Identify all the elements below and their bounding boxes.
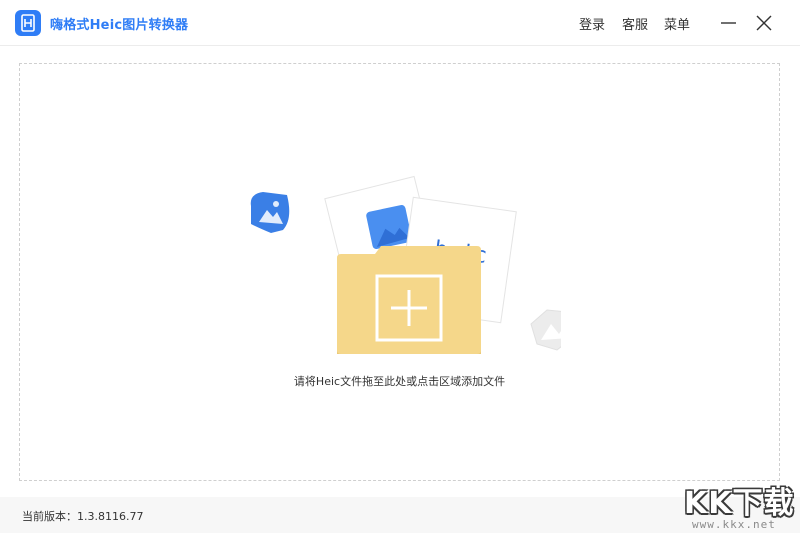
drop-hint-text: 请将Heic文件拖至此处或点击区域添加文件 [293,375,506,388]
watermark: KK下载 www.kkx.net [670,478,798,533]
folder-add-icon [337,246,481,354]
close-icon [756,15,772,31]
support-link[interactable]: 客服 [622,14,648,33]
image-file-icon [250,192,290,233]
watermark-url: www.kkx.net [692,518,776,531]
app-title: 嗨格式Heic图片转换器 [50,18,189,33]
minimize-icon [721,22,736,24]
close-button[interactable] [752,11,776,35]
login-link[interactable]: 登录 [579,14,605,33]
file-drop-zone[interactable]: heic 请将Heic文件拖至此处或点击区域添加文件 [19,63,780,481]
title-bar: 嗨格式Heic图片转换器 登录 客服 菜单 [0,0,800,46]
menu-link[interactable]: 菜单 [664,14,690,33]
gray-image-icon [530,309,561,351]
photo-icon [366,205,412,249]
drop-illustration: heic [250,175,561,354]
minimize-button[interactable] [717,11,741,35]
watermark-logo: KK下载 [684,486,795,521]
version-label: 当前版本：1.3.8116.77 [22,510,144,523]
app-logo-icon [15,10,41,36]
